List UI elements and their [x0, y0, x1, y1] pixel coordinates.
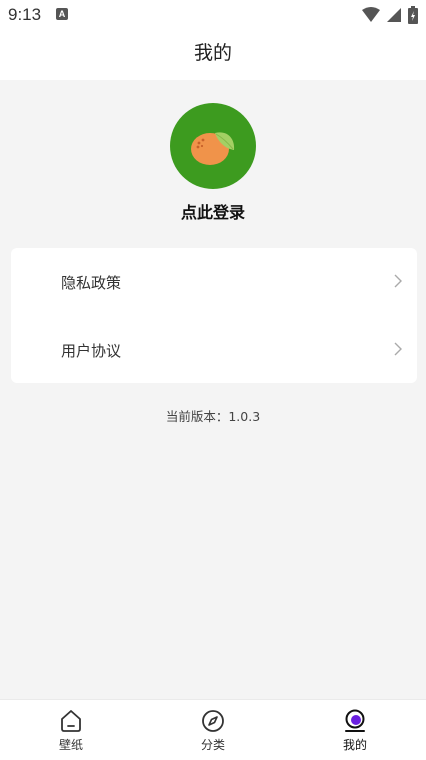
- user-agreement-item[interactable]: 用户协议: [11, 316, 417, 383]
- profile-icon: [345, 709, 365, 732]
- home-icon: [61, 710, 81, 732]
- chevron-right-icon: [394, 342, 402, 356]
- tab-category[interactable]: 分类: [142, 700, 284, 760]
- user-agreement-label: 用户协议: [61, 342, 122, 360]
- avatar[interactable]: [170, 103, 256, 189]
- tab-wallpaper[interactable]: 壁纸: [0, 700, 142, 760]
- privacy-policy-item[interactable]: 隐私政策: [11, 248, 417, 315]
- orange-fruit-icon: [191, 132, 235, 165]
- status-icons: [362, 6, 418, 24]
- login-prompt[interactable]: 点此登录: [0, 199, 426, 223]
- tab-category-label: 分类: [200, 738, 225, 752]
- settings-menu: 隐私政策 用户协议: [11, 248, 417, 383]
- tab-wallpaper-label: 壁纸: [58, 738, 83, 752]
- profile-section[interactable]: 点此登录: [0, 103, 426, 223]
- wifi-icon: [362, 7, 380, 22]
- signal-icon: [387, 8, 401, 22]
- status-bar: 9:13 A: [0, 0, 426, 30]
- battery-icon: [408, 6, 418, 24]
- status-time: 9:13: [8, 5, 42, 24]
- notification-icon: A: [56, 8, 68, 20]
- version-text: 当前版本：1.0.3: [165, 409, 261, 424]
- chevron-right-icon: [394, 274, 402, 288]
- tab-mine-label: 我的: [342, 738, 367, 752]
- bottom-tab-bar: 壁纸 分类 我的: [0, 699, 426, 760]
- tab-mine[interactable]: 我的: [284, 700, 426, 760]
- compass-icon: [202, 710, 224, 732]
- page-title: 我的: [0, 30, 426, 80]
- privacy-policy-label: 隐私政策: [61, 274, 122, 292]
